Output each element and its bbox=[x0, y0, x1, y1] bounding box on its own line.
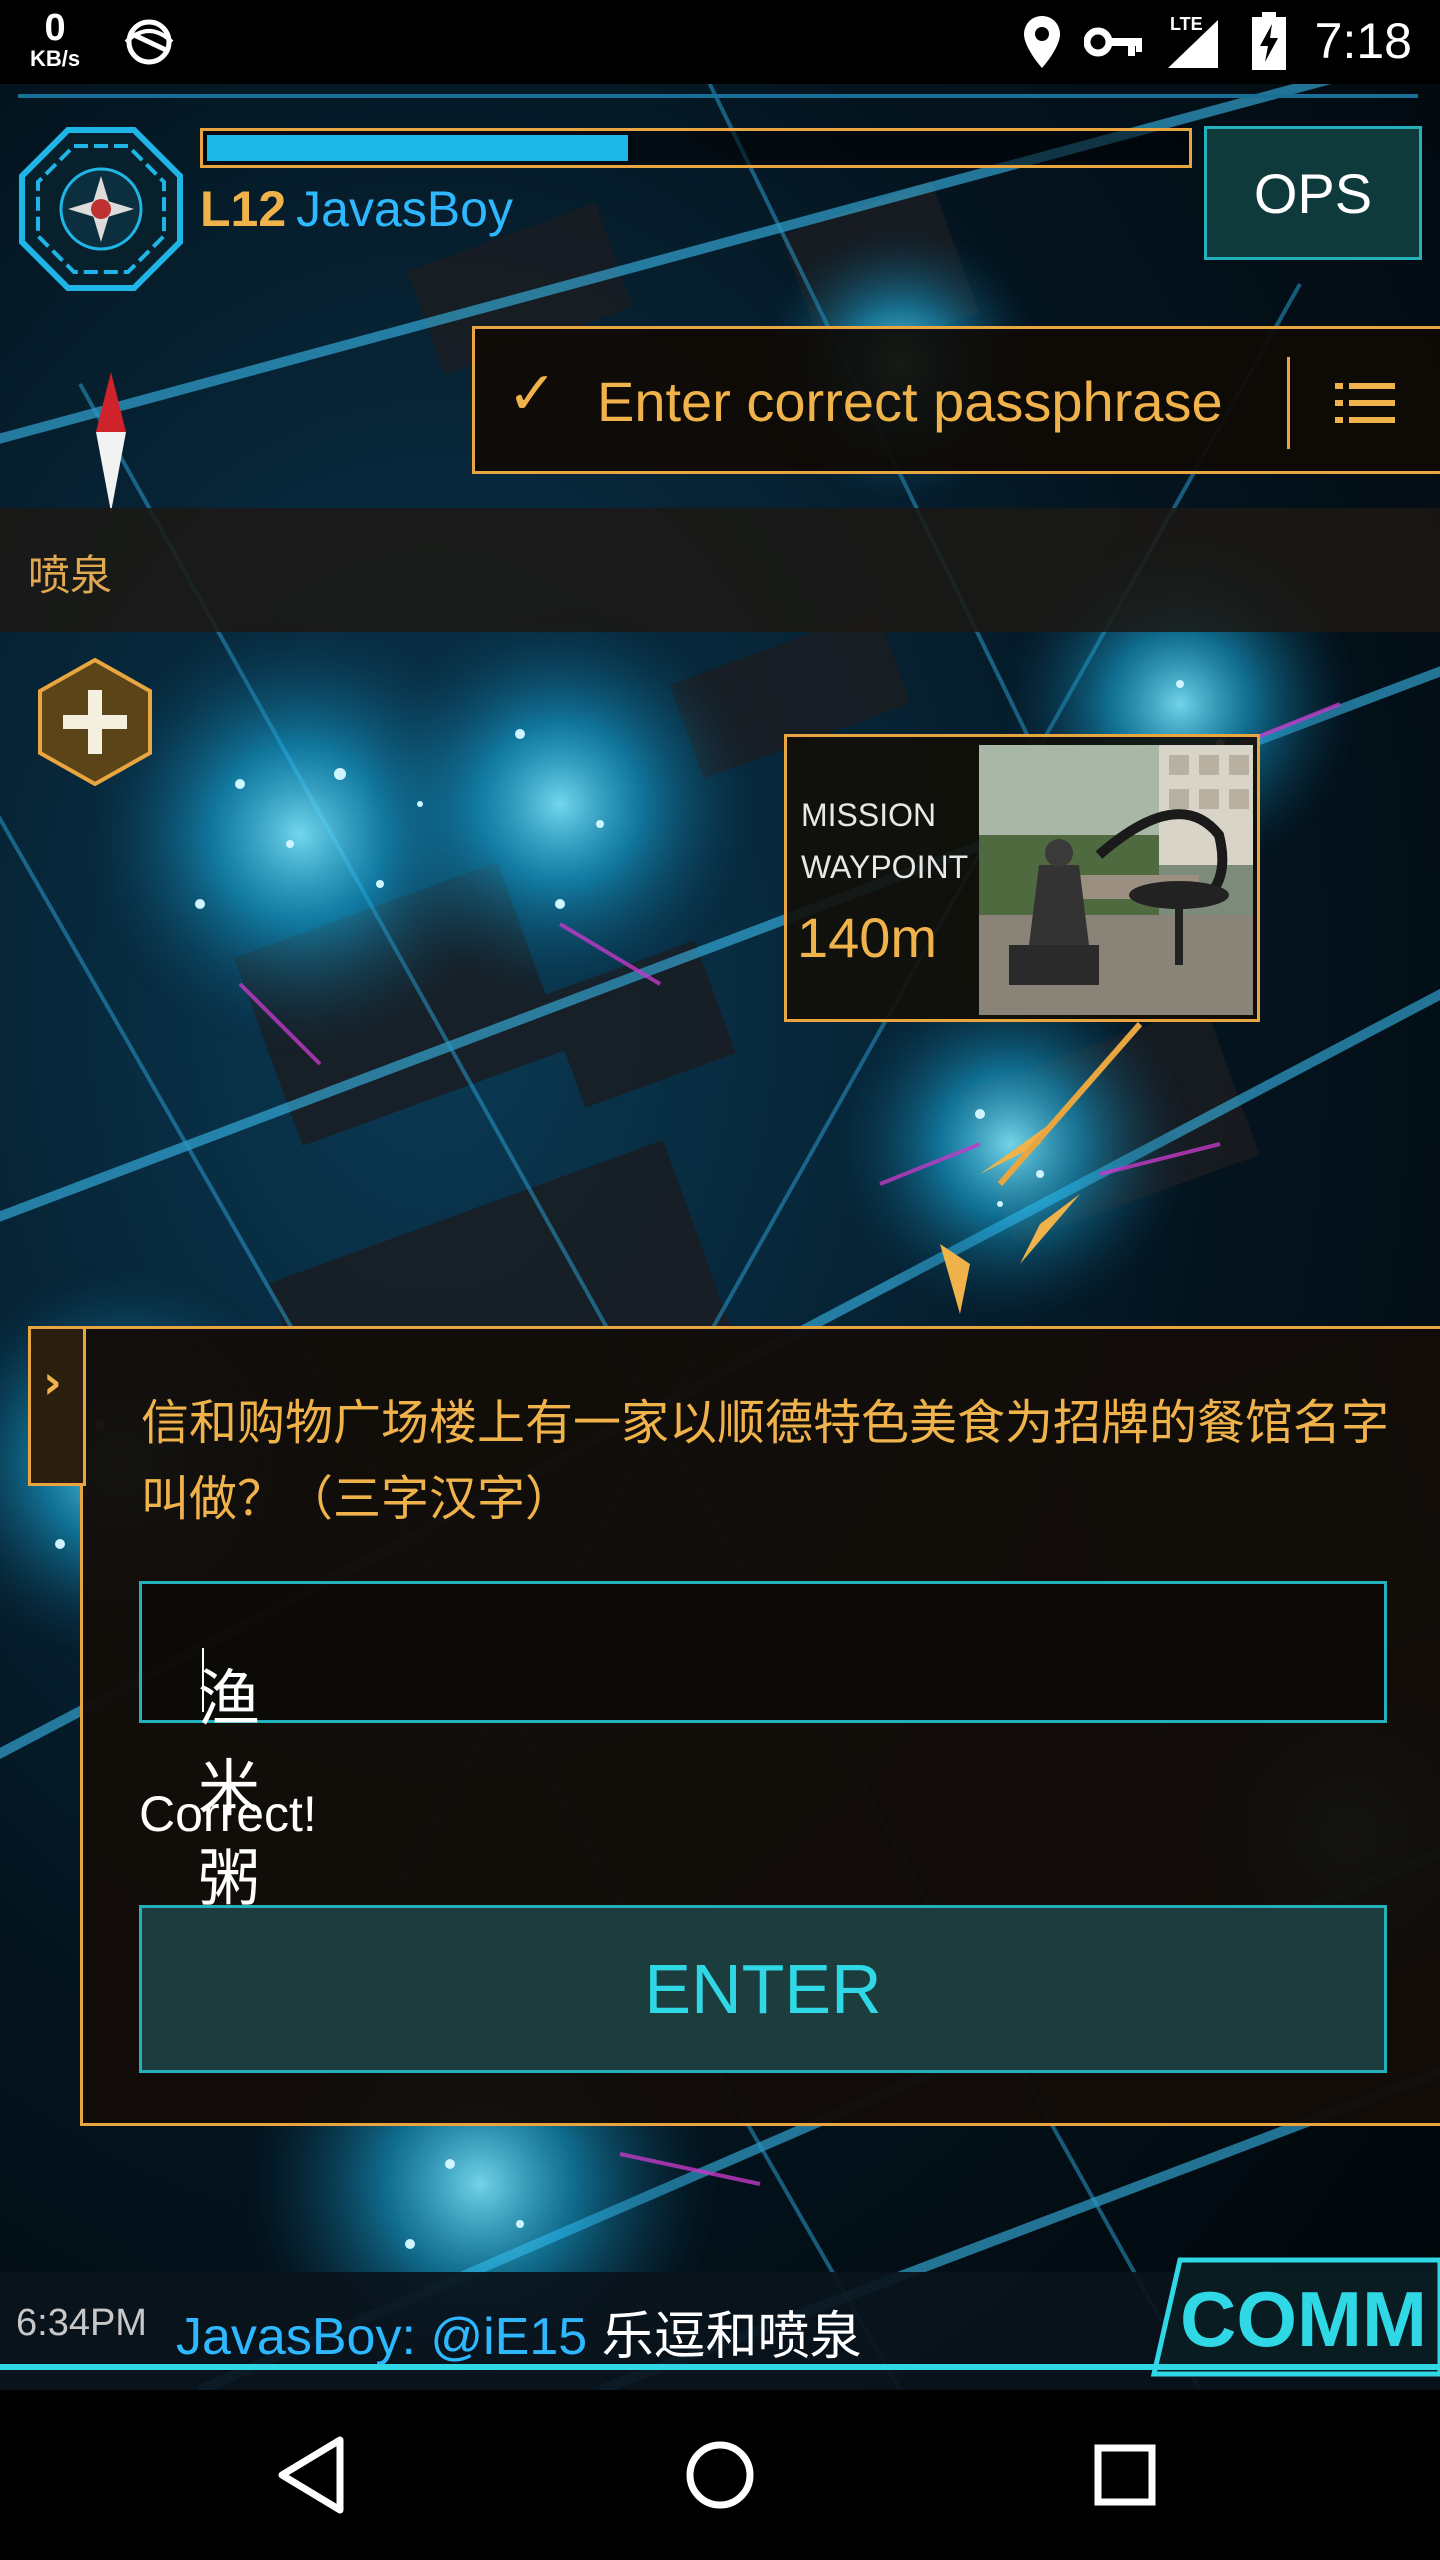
agent-avatar-icon[interactable] bbox=[18, 126, 184, 292]
signal-icon bbox=[1168, 20, 1218, 68]
comm-button-label: COMM bbox=[1180, 2275, 1427, 2363]
portal-name-band[interactable]: 喷泉 bbox=[0, 508, 1440, 632]
speed-unit: KB/s bbox=[30, 46, 81, 71]
waypoint-title: MISSION WAYPOINT bbox=[801, 797, 969, 885]
mission-waypoint-card[interactable]: MISSION WAYPOINT 140m bbox=[784, 734, 1260, 1022]
comm-text: 乐逗和喷泉 bbox=[601, 2308, 862, 2366]
xp-progress-fill bbox=[207, 135, 628, 161]
list-icon[interactable] bbox=[1335, 381, 1395, 425]
hud-top-line bbox=[18, 94, 1418, 98]
chevron-right-icon: › bbox=[43, 1355, 62, 1409]
comm-button[interactable]: COMM bbox=[1150, 2256, 1440, 2378]
xp-progress-bar bbox=[200, 128, 1192, 168]
comm-underline bbox=[0, 2364, 1440, 2370]
portal-name: 喷泉 bbox=[28, 551, 113, 600]
vpn-key-icon bbox=[1084, 27, 1142, 57]
clock: 7:18 bbox=[1314, 13, 1412, 69]
mission-objective-bar[interactable]: ✓ Enter correct passphrase bbox=[472, 326, 1440, 474]
add-button[interactable] bbox=[38, 658, 152, 786]
back-icon[interactable] bbox=[268, 2430, 358, 2520]
mission-objective-text: Enter correct passphrase bbox=[597, 370, 1223, 433]
compass-icon[interactable] bbox=[86, 372, 136, 512]
location-icon bbox=[1024, 16, 1060, 68]
network-speed: 0 KB/s bbox=[30, 8, 80, 70]
passphrase-question: 信和购物广场楼上有一家以顺德特色美食为招牌的餐馆名字叫做？（三字汉字） bbox=[141, 1395, 1390, 1527]
waypoint-distance: 140m bbox=[797, 906, 938, 969]
check-icon: ✓ bbox=[507, 359, 558, 429]
collapse-panel-tab[interactable]: › bbox=[28, 1326, 86, 1486]
text-caret bbox=[202, 1648, 204, 1712]
comm-sender: JavasBoy: bbox=[176, 2308, 416, 2366]
comm-message: JavasBoy: @iE15 乐逗和喷泉 bbox=[176, 2294, 862, 2369]
home-icon[interactable] bbox=[675, 2430, 765, 2520]
ops-button[interactable]: OPS bbox=[1204, 126, 1422, 260]
agent-info[interactable]: L12 JavasBoy bbox=[200, 180, 513, 238]
passphrase-panel: 信和购物广场楼上有一家以顺德特色美食为招牌的餐馆名字叫做？（三字汉字） 渔米粥 … bbox=[80, 1326, 1440, 2126]
agent-level: L12 bbox=[200, 181, 287, 237]
divider bbox=[1287, 357, 1290, 449]
recents-icon[interactable] bbox=[1080, 2430, 1170, 2520]
passphrase-status: Correct! bbox=[139, 1786, 317, 1842]
comm-message-time: 6:34PM bbox=[16, 2302, 147, 2344]
waypoint-photo bbox=[979, 745, 1253, 1015]
no-disturb-icon bbox=[124, 19, 174, 65]
agent-name: JavasBoy bbox=[296, 181, 513, 237]
speed-value: 0 bbox=[44, 7, 66, 49]
passphrase-input[interactable]: 渔米粥 bbox=[139, 1581, 1387, 1915]
status-bar: 0 KB/s LTE 7:18 bbox=[0, 0, 1440, 84]
comm-mention: @iE15 bbox=[430, 2308, 588, 2366]
battery-charging-icon bbox=[1252, 12, 1286, 70]
system-nav-bar bbox=[0, 2390, 1440, 2560]
enter-button[interactable]: ENTER bbox=[139, 1905, 1387, 2073]
passphrase-input-value: 渔米粥 bbox=[198, 1662, 261, 1915]
